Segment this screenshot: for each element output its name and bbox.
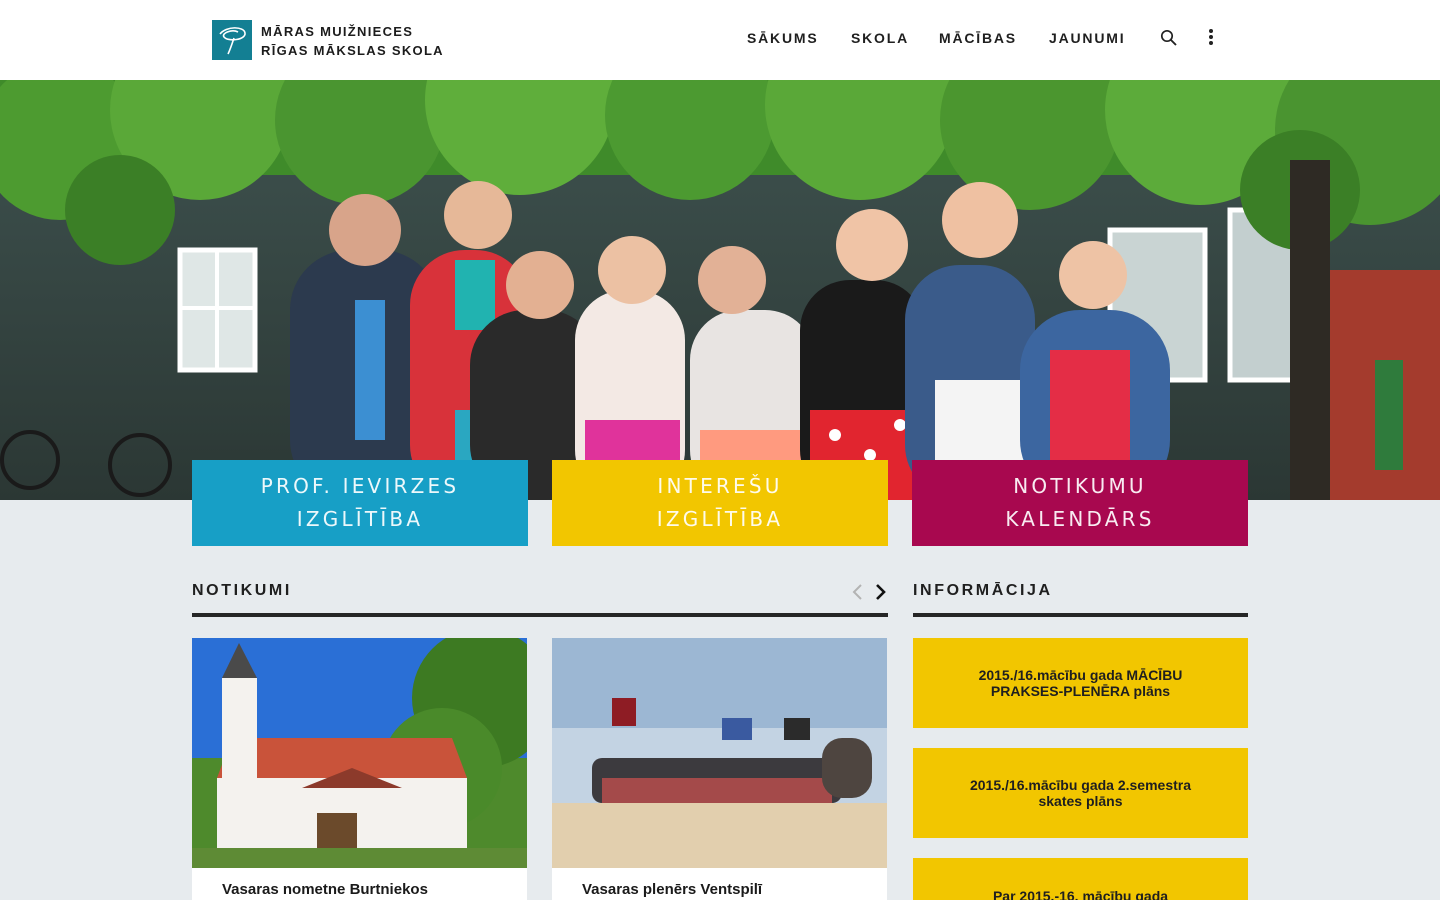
church-photo	[192, 638, 527, 868]
nav-skola[interactable]: SKOLA	[851, 30, 909, 46]
tile-events-calendar-label: NOTIKUMU KALENDĀRS	[1005, 474, 1155, 531]
events-section-title: NOTIKUMI	[192, 582, 292, 599]
nav-macibas[interactable]: MĀCĪBAS	[939, 30, 1017, 46]
tile-events-calendar[interactable]: NOTIKUMU KALENDĀRS	[912, 460, 1248, 546]
site-header: MĀRAS MUIŽNIECES RĪGAS MĀKSLAS SKOLA SĀK…	[0, 0, 1440, 80]
beach-group-photo	[552, 638, 887, 868]
hero-photo	[0, 80, 1440, 500]
event-card[interactable]: Vasaras nometne Burtniekos	[192, 638, 527, 900]
event-card-title: Vasaras nometne Burtniekos	[222, 881, 428, 898]
info-item-label: 2015./16.mācību gada 2.semestra skates p…	[969, 777, 1192, 809]
event-card-title: Vasaras plenērs Ventspilī	[582, 881, 763, 898]
info-item[interactable]: 2015./16.mācību gada MĀCĪBU PRAKSES-PLEN…	[913, 638, 1248, 728]
info-section-title: INFORMĀCIJA	[913, 582, 1053, 599]
events-section-rule	[192, 613, 888, 617]
info-item[interactable]: Par 2015.-16. mācību gada	[913, 858, 1248, 900]
info-item-label: Par 2015.-16. mācību gada	[992, 888, 1169, 900]
school-name-line2: RĪGAS MĀKSLAS SKOLA	[261, 43, 444, 58]
info-section-rule	[913, 613, 1248, 617]
school-logo-icon[interactable]	[212, 20, 252, 60]
info-item[interactable]: 2015./16.mācību gada 2.semestra skates p…	[913, 748, 1248, 838]
school-name[interactable]: MĀRAS MUIŽNIECES RĪGAS MĀKSLAS SKOLA	[261, 22, 444, 60]
chevron-left-icon[interactable]	[848, 582, 868, 602]
event-card[interactable]: Vasaras plenērs Ventspilī	[552, 638, 887, 900]
school-name-line1: MĀRAS MUIŽNIECES	[261, 24, 414, 39]
tile-interest-education[interactable]: INTEREŠU IZGLĪTĪBA	[552, 460, 888, 546]
tile-interest-education-label: INTEREŠU IZGLĪTĪBA	[656, 474, 784, 531]
more-vertical-icon[interactable]	[1206, 28, 1216, 53]
tile-prof-education[interactable]: PROF. IEVIRZES IZGLĪTĪBA	[192, 460, 528, 546]
tile-prof-education-label: PROF. IEVIRZES IZGLĪTĪBA	[260, 474, 460, 531]
search-icon[interactable]	[1160, 29, 1178, 52]
info-item-label: 2015./16.mācību gada MĀCĪBU PRAKSES-PLEN…	[978, 667, 1183, 699]
nav-sakums[interactable]: SĀKUMS	[747, 30, 818, 46]
chevron-right-icon[interactable]	[870, 582, 890, 602]
nav-jaunumi[interactable]: JAUNUMI	[1049, 30, 1125, 46]
